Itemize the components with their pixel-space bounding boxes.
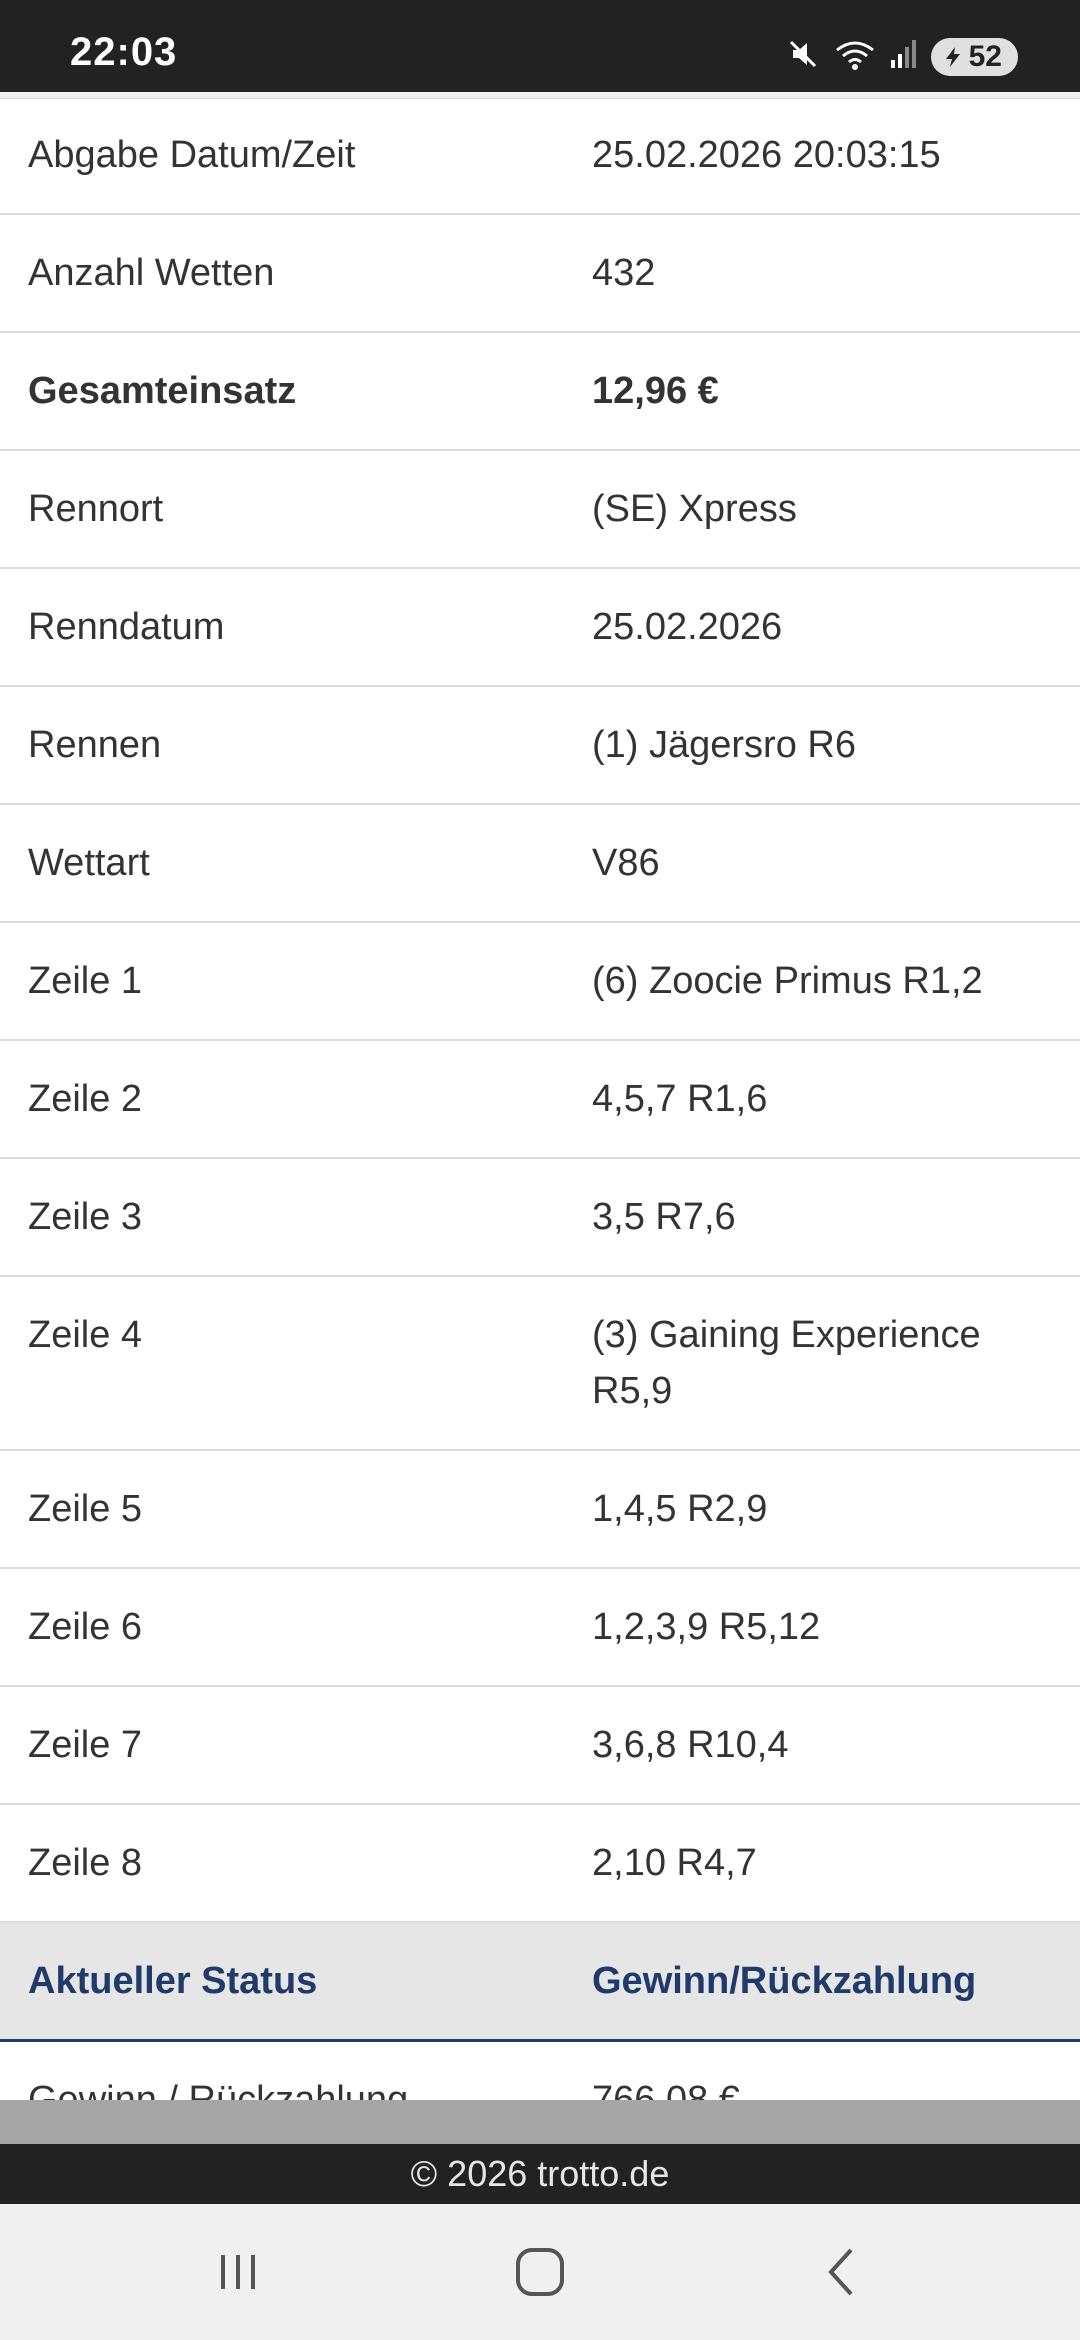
row-value: 1,2,3,9 R5,12 [592, 1606, 821, 1648]
row-value: 12,96 € [592, 370, 719, 412]
row-value: 2,10 R4,7 [592, 1842, 757, 1884]
content-end-band [0, 2100, 1080, 2144]
table-row: Abgabe Datum/Zeit 25.02.2026 20:03:15 [0, 97, 1080, 215]
status-header-label: Aktueller Status [28, 1960, 318, 2002]
wifi-icon [833, 36, 877, 77]
row-value: 3,6,8 R10,4 [592, 1724, 789, 1766]
battery-icon: 52 [930, 37, 1018, 76]
table-row: Zeile 7 3,6,8 R10,4 [0, 1687, 1080, 1805]
table-row: Anzahl Wetten 432 [0, 215, 1080, 333]
table-row: Renndatum 25.02.2026 [0, 569, 1080, 687]
table-row: Zeile 1 (6) Zoocie Primus R1,2 [0, 923, 1080, 1041]
status-time: 22:03 [70, 30, 178, 74]
row-label: Zeile 7 [28, 1724, 143, 1766]
row-value: V86 [592, 842, 660, 884]
table-row: Zeile 6 1,2,3,9 R5,12 [0, 1569, 1080, 1687]
back-button[interactable] [802, 2242, 882, 2302]
table-row: Zeile 3 3,5 R7,6 [0, 1159, 1080, 1277]
row-value: 1,4,5 R2,9 [592, 1488, 768, 1530]
row-label: Zeile 3 [28, 1196, 143, 1238]
home-icon [516, 2248, 564, 2296]
row-value: (6) Zoocie Primus R1,2 [592, 960, 983, 1002]
battery-level: 52 [968, 39, 1002, 73]
table-row: Rennort (SE) Xpress [0, 451, 1080, 569]
row-value: 432 [592, 252, 656, 294]
android-nav-bar [0, 2204, 1080, 2340]
mute-icon [785, 36, 821, 77]
status-bar: 22:03 52 [0, 0, 1080, 92]
row-label: Zeile 5 [28, 1488, 143, 1530]
home-button[interactable] [500, 2242, 580, 2302]
table-row: Rennen (1) Jägersro R6 [0, 687, 1080, 805]
row-label: Gesamteinsatz [28, 370, 297, 412]
table-row: Zeile 8 2,10 R4,7 [0, 1805, 1080, 1923]
row-label: Zeile 4 [28, 1314, 143, 1356]
row-label: Zeile 1 [28, 960, 143, 1002]
status-icons: 52 [785, 36, 1018, 77]
table-row: Gesamteinsatz 12,96 € [0, 333, 1080, 451]
row-value: (SE) Xpress [592, 488, 797, 530]
row-label: Rennen [28, 724, 162, 766]
status-header-row: Aktueller Status Gewinn/Rückzahlung [0, 1923, 1080, 2042]
bet-details-table: Abgabe Datum/Zeit 25.02.2026 20:03:15 An… [0, 97, 1080, 2160]
row-value: (1) Jägersro R6 [592, 724, 856, 766]
row-value: 3,5 R7,6 [592, 1196, 736, 1238]
recent-apps-icon [221, 2255, 255, 2289]
table-row: Zeile 2 4,5,7 R1,6 [0, 1041, 1080, 1159]
footer: © 2026 trotto.de [0, 2144, 1080, 2204]
row-value: 25.02.2026 [592, 606, 783, 648]
footer-copyright: © 2026 trotto.de [410, 2153, 670, 2194]
row-label: Wettart [28, 842, 150, 884]
table-row: Zeile 4 (3) Gaining Experience R5,9 [0, 1277, 1080, 1451]
row-value: (3) Gaining Experience R5,9 [592, 1314, 981, 1412]
row-label: Rennort [28, 488, 164, 530]
back-icon [828, 2248, 853, 2296]
table-row: Wettart V86 [0, 805, 1080, 923]
table-row: Zeile 5 1,4,5 R2,9 [0, 1451, 1080, 1569]
row-value: 25.02.2026 20:03:15 [592, 134, 941, 176]
row-label: Renndatum [28, 606, 225, 648]
row-value: 4,5,7 R1,6 [592, 1078, 768, 1120]
recent-apps-button[interactable] [198, 2242, 278, 2302]
status-header-value: Gewinn/Rückzahlung [592, 1960, 977, 2002]
row-label: Zeile 8 [28, 1842, 143, 1884]
signal-icon [889, 36, 919, 77]
row-label: Zeile 2 [28, 1078, 143, 1120]
row-label: Zeile 6 [28, 1606, 143, 1648]
row-label: Anzahl Wetten [28, 252, 275, 294]
row-label: Abgabe Datum/Zeit [28, 134, 356, 176]
